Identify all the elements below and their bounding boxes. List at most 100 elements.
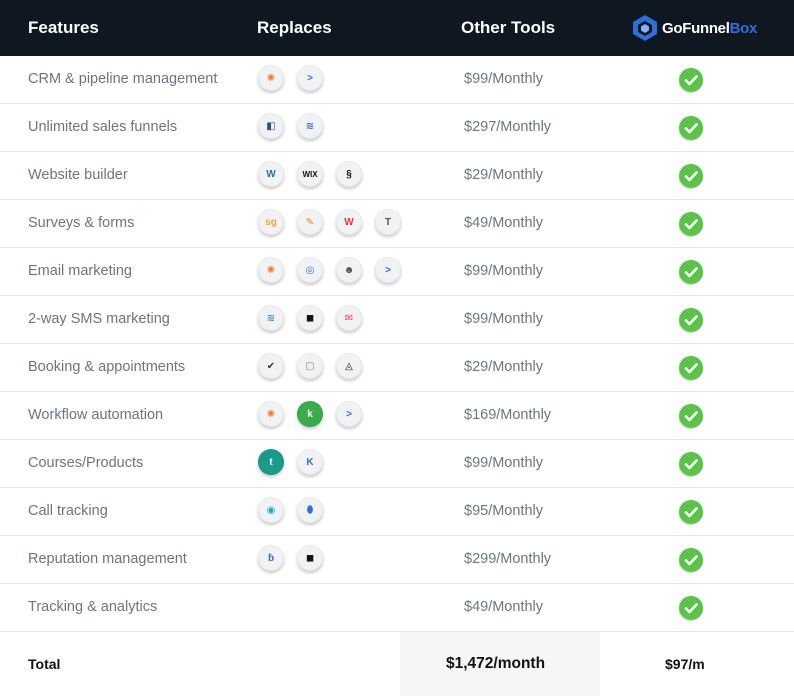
layers-icon: ≋ — [297, 113, 323, 139]
activecampaign-icon: > — [375, 257, 401, 283]
table-row: Unlimited sales funnels ◧ ≋ $297/Monthly — [0, 104, 794, 152]
other-tools-price: $99/Monthly — [464, 455, 543, 471]
keap-icon: k — [297, 401, 323, 427]
teachable-icon: t — [258, 449, 284, 475]
brand-name-go: GoFunnel — [662, 19, 730, 37]
replaced-tools: ɓ ◼ — [258, 545, 336, 575]
feature-name: Unlimited sales funnels — [28, 119, 178, 135]
surveygizmo-icon: sg — [258, 209, 284, 235]
check-icon — [679, 452, 703, 476]
podium-icon: ◼ — [297, 305, 323, 331]
feature-name: Email marketing — [28, 263, 132, 279]
feature-name: Workflow automation — [28, 407, 164, 423]
table-header: Features Replaces Other Tools GoFunnelBo… — [0, 0, 794, 56]
feature-name: Website builder — [28, 167, 128, 183]
check-icon — [679, 356, 703, 380]
hubspot-icon: ✺ — [258, 401, 284, 427]
other-tools-price: $95/Monthly — [464, 503, 543, 519]
replaced-tools: ◉ ⬮ — [258, 497, 336, 527]
table-row: Email marketing ✺ ◎ ☻ > $99/Monthly — [0, 248, 794, 296]
total-gofunnelbox: $97/m — [665, 656, 705, 672]
check-icon — [679, 116, 703, 140]
header-features: Features — [28, 18, 99, 37]
replaced-tools: ✺ k > — [258, 401, 375, 431]
replaced-tools: ≋ ◼ ✉ — [258, 305, 375, 335]
wix-icon: WIX — [297, 161, 323, 187]
replaced-tools: sg ✎ W T — [258, 209, 414, 239]
feature-name: Surveys & forms — [28, 215, 135, 231]
other-tools-price: $169/Monthly — [464, 407, 552, 423]
check-icon — [679, 404, 703, 428]
other-tools-price: $49/Monthly — [464, 215, 543, 231]
table-row: Workflow automation ✺ k > $169/Monthly — [0, 392, 794, 440]
check-icon — [679, 596, 703, 620]
table-row: Surveys & forms sg ✎ W T $49/Monthly — [0, 200, 794, 248]
table-row: Courses/Products t K $99/Monthly — [0, 440, 794, 488]
table-row: Website builder W WIX § $29/Monthly — [0, 152, 794, 200]
feature-name: Booking & appointments — [28, 359, 186, 375]
feature-name: CRM & pipeline management — [28, 71, 218, 87]
total-row: Total $1,472/month $97/m — [0, 632, 794, 696]
other-tools-price: $299/Monthly — [464, 551, 552, 567]
other-tools-price: $29/Monthly — [464, 167, 543, 183]
check-icon — [679, 308, 703, 332]
header-other-tools: Other Tools — [461, 18, 556, 37]
clickfunnels-icon: ◧ — [258, 113, 284, 139]
calendly-check-icon: ✔ — [258, 353, 284, 379]
sms-mail-icon: ✉ — [336, 305, 362, 331]
kajabi-icon: K — [297, 449, 323, 475]
hexagon-logo-icon — [633, 15, 657, 41]
call-rail-icon: ◉ — [258, 497, 284, 523]
brand-name: GoFunnelBox — [662, 20, 757, 37]
total-label: Total — [28, 656, 61, 672]
blank-square-icon: ▢ — [297, 353, 323, 379]
jotform-icon: ✎ — [297, 209, 323, 235]
replaced-tools: ◧ ≋ — [258, 113, 336, 143]
podium-icon: ◼ — [297, 545, 323, 571]
pricing-comparison-table: Features Replaces Other Tools GoFunnelBo… — [0, 0, 794, 696]
location-pin-icon: ⬮ — [297, 497, 323, 523]
total-other-tools: $1,472/month — [446, 655, 546, 672]
gofunnelbox-logo: GoFunnelBox — [632, 13, 757, 43]
other-tools-price: $49/Monthly — [464, 599, 543, 615]
check-icon — [679, 500, 703, 524]
replaced-tools: ✺ ◎ ☻ > — [258, 257, 414, 287]
constant-contact-icon: ◎ — [297, 257, 323, 283]
table-row: Call tracking ◉ ⬮ $95/Monthly — [0, 488, 794, 536]
brand-name-box: Box — [729, 19, 758, 37]
replaced-tools: W WIX § — [258, 161, 375, 191]
activecampaign-icon: > — [336, 401, 362, 427]
wordpress-icon: W — [258, 161, 284, 187]
mailchimp-icon: ☻ — [336, 257, 362, 283]
table-row: 2-way SMS marketing ≋ ◼ ✉ $99/Monthly — [0, 296, 794, 344]
replaced-tools: ✔ ▢ ◬ — [258, 353, 375, 383]
feature-name: Call tracking — [28, 503, 108, 519]
check-icon — [679, 164, 703, 188]
typeform-icon: T — [375, 209, 401, 235]
feature-name: Tracking & analytics — [28, 599, 158, 615]
other-tools-price: $99/Monthly — [464, 71, 543, 87]
header-replaces: Replaces — [257, 18, 332, 37]
check-icon — [679, 548, 703, 572]
stacked-waves-icon: ≋ — [258, 305, 284, 331]
table-body: CRM & pipeline management ✺ > $99/Monthly Un… — [0, 56, 794, 632]
table-row: CRM & pipeline management ✺ > $99/Monthly — [0, 56, 794, 104]
acuity-icon: ◬ — [336, 353, 362, 379]
squarespace-icon: § — [336, 161, 362, 187]
other-tools-price: $297/Monthly — [464, 119, 552, 135]
other-tools-price: $29/Monthly — [464, 359, 543, 375]
feature-name: Reputation management — [28, 551, 187, 567]
other-tools-price: $99/Monthly — [464, 263, 543, 279]
check-icon — [679, 260, 703, 284]
feature-name: Courses/Products — [28, 455, 144, 471]
hubspot-icon: ✺ — [258, 257, 284, 283]
feature-name: 2-way SMS marketing — [28, 311, 170, 327]
hubspot-icon: ✺ — [258, 65, 284, 91]
wufoo-icon: W — [336, 209, 362, 235]
table-row: Reputation management ɓ ◼ $299/Monthly — [0, 536, 794, 584]
check-icon — [679, 212, 703, 236]
activecampaign-icon: > — [297, 65, 323, 91]
replaced-tools: ✺ > — [258, 65, 336, 95]
table-row: Booking & appointments ✔ ▢ ◬ $29/Monthly — [0, 344, 794, 392]
replaced-tools: tK — [258, 449, 336, 479]
